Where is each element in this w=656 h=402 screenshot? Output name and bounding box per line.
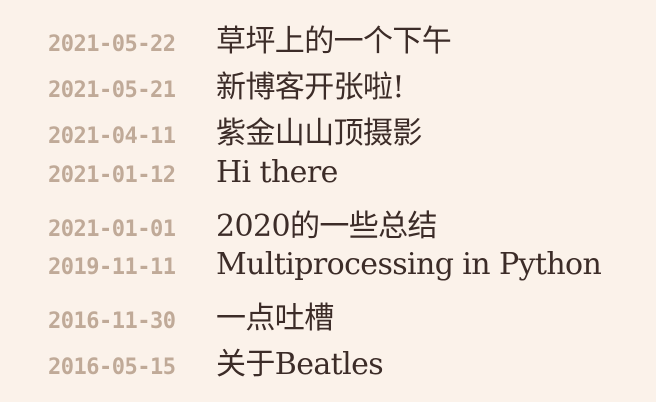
post-date: 2021-01-12 <box>48 162 176 188</box>
post-list-item: 2021-01-12 Hi there <box>48 155 601 201</box>
post-list: 2021-05-22 草坪上的一个下午 2021-05-21 新博客开张啦! 2… <box>48 16 602 386</box>
post-title-link[interactable]: 紫金山山顶摄影 <box>216 108 422 152</box>
post-date: 2021-05-21 <box>48 78 176 104</box>
post-title-link[interactable]: 草坪上的一个下午 <box>216 16 452 60</box>
post-date: 2021-05-22 <box>48 32 176 57</box>
post-title-link[interactable]: Hi there <box>216 155 338 190</box>
post-title-link[interactable]: 一点吐槽 <box>216 293 334 337</box>
post-title-link[interactable]: 新博客开张啦! <box>216 62 404 106</box>
post-list-item: 2021-05-22 草坪上的一个下午 <box>48 16 601 62</box>
post-list-item: 2021-04-11 紫金山山顶摄影 <box>48 108 601 154</box>
post-date: 2021-01-01 <box>48 216 176 242</box>
post-list-item: 2019-11-11 Multiprocessing in Python <box>48 247 602 293</box>
post-list-item: 2016-11-30 一点吐槽 <box>48 293 601 339</box>
post-date: 2016-11-30 <box>48 309 176 335</box>
post-date: 2021-04-11 <box>48 124 176 150</box>
post-date: 2019-11-11 <box>48 254 176 280</box>
post-list-item: 2021-01-01 2020的一些总结 <box>48 201 601 247</box>
post-title-link[interactable]: 2020的一些总结 <box>216 201 438 245</box>
post-title-link[interactable]: Multiprocessing in Python <box>216 247 602 282</box>
post-list-item: 2021-05-21 新博客开张啦! <box>48 62 601 108</box>
post-title-link[interactable]: 关于Beatles <box>216 339 384 383</box>
post-list-item: 2016-05-15 关于Beatles <box>48 339 601 385</box>
post-date: 2016-05-15 <box>48 355 176 381</box>
